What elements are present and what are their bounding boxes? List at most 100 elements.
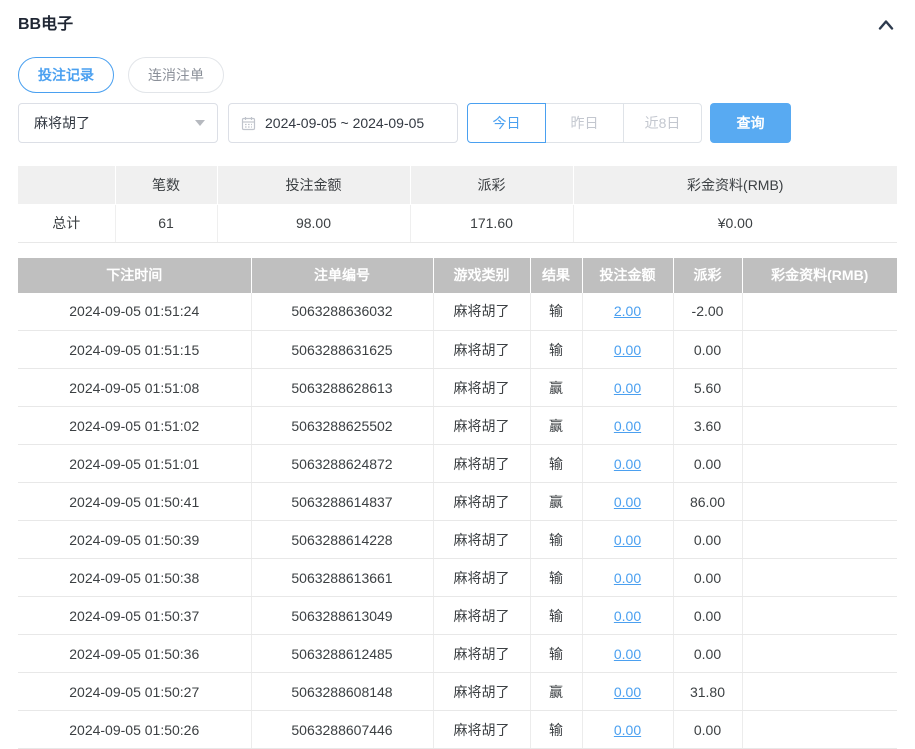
bet-time-cell: 2024-09-05 01:50:27 (18, 673, 251, 711)
payout-cell: 0.00 (673, 445, 742, 483)
calendar-icon (241, 116, 256, 131)
order-id-cell: 5063288608148 (251, 673, 433, 711)
summary-col-bet-amount: 投注金额 (217, 166, 410, 204)
col-bet-amount: 投注金额 (582, 258, 673, 293)
panel-header: BB电子 (0, 0, 915, 35)
game-type-cell: 麻将胡了 (433, 711, 530, 749)
table-row: 2024-09-05 01:51:01 5063288624872 麻将胡了 输… (18, 445, 897, 483)
order-id-cell: 5063288607446 (251, 711, 433, 749)
range-button-last-8-days[interactable]: 近8日 (623, 103, 702, 143)
bonus-cell (742, 559, 897, 597)
bet-amount-link[interactable]: 0.00 (614, 722, 641, 738)
bet-amount-link[interactable]: 0.00 (614, 380, 641, 396)
collapse-button[interactable] (875, 18, 897, 32)
bet-time-cell: 2024-09-05 01:51:02 (18, 407, 251, 445)
tab-cancelled-orders[interactable]: 连消注单 (128, 57, 224, 93)
search-button[interactable]: 查询 (710, 103, 791, 143)
bet-amount-cell: 0.00 (582, 369, 673, 407)
col-game-type: 游戏类别 (433, 258, 530, 293)
filter-bar: 麻将胡了 2024-09-05 ~ 2024-09-05 今日昨日近8日 查询 (18, 103, 897, 143)
bet-amount-link[interactable]: 0.00 (614, 494, 641, 510)
game-type-cell: 麻将胡了 (433, 445, 530, 483)
bet-time-cell: 2024-09-05 01:50:38 (18, 559, 251, 597)
bet-amount-cell: 0.00 (582, 635, 673, 673)
bet-amount-cell: 0.00 (582, 331, 673, 369)
quick-range-group: 今日昨日近8日 (467, 103, 702, 143)
bonus-cell (742, 331, 897, 369)
bet-amount-cell: 0.00 (582, 521, 673, 559)
date-range-input[interactable]: 2024-09-05 ~ 2024-09-05 (228, 103, 458, 143)
bonus-cell (742, 445, 897, 483)
payout-cell: 3.60 (673, 407, 742, 445)
order-id-cell: 5063288625502 (251, 407, 433, 445)
game-type-cell: 麻将胡了 (433, 407, 530, 445)
payout-cell: -2.00 (673, 293, 742, 331)
game-type-cell: 麻将胡了 (433, 293, 530, 331)
game-type-cell: 麻将胡了 (433, 597, 530, 635)
bonus-cell (742, 369, 897, 407)
col-payout: 派彩 (673, 258, 742, 293)
order-id-cell: 5063288612485 (251, 635, 433, 673)
col-order-id: 注单编号 (251, 258, 433, 293)
bet-amount-link[interactable]: 0.00 (614, 456, 641, 472)
table-row: 2024-09-05 01:50:37 5063288613049 麻将胡了 输… (18, 597, 897, 635)
range-button-yesterday[interactable]: 昨日 (545, 103, 624, 143)
bet-amount-link[interactable]: 2.00 (614, 303, 641, 319)
order-id-cell: 5063288636032 (251, 293, 433, 331)
bet-time-cell: 2024-09-05 01:50:36 (18, 635, 251, 673)
game-type-cell: 麻将胡了 (433, 673, 530, 711)
payout-cell: 0.00 (673, 711, 742, 749)
bet-amount-link[interactable]: 0.00 (614, 418, 641, 434)
bet-amount-cell: 0.00 (582, 445, 673, 483)
order-id-cell: 5063288631625 (251, 331, 433, 369)
bet-amount-cell: 0.00 (582, 559, 673, 597)
bet-amount-link[interactable]: 0.00 (614, 608, 641, 624)
bet-amount-link[interactable]: 0.00 (614, 342, 641, 358)
table-row: 2024-09-05 01:51:15 5063288631625 麻将胡了 输… (18, 331, 897, 369)
bet-amount-cell: 0.00 (582, 673, 673, 711)
table-row: 2024-09-05 01:50:27 5063288608148 麻将胡了 赢… (18, 673, 897, 711)
result-cell: 输 (530, 711, 582, 749)
game-type-cell: 麻将胡了 (433, 483, 530, 521)
result-cell: 输 (530, 597, 582, 635)
table-row: 2024-09-05 01:51:08 5063288628613 麻将胡了 赢… (18, 369, 897, 407)
result-cell: 赢 (530, 407, 582, 445)
bet-amount-cell: 0.00 (582, 483, 673, 521)
game-type-cell: 麻将胡了 (433, 559, 530, 597)
table-row: 2024-09-05 01:50:41 5063288614837 麻将胡了 赢… (18, 483, 897, 521)
bet-amount-link[interactable]: 0.00 (614, 684, 641, 700)
summary-total-count: 61 (115, 204, 217, 242)
col-bet-time: 下注时间 (18, 258, 251, 293)
order-id-cell: 5063288614228 (251, 521, 433, 559)
result-cell: 赢 (530, 483, 582, 521)
payout-cell: 0.00 (673, 331, 742, 369)
summary-total-label: 总计 (18, 204, 115, 242)
tab-bet-records[interactable]: 投注记录 (18, 57, 114, 93)
bet-amount-link[interactable]: 0.00 (614, 570, 641, 586)
game-type-cell: 麻将胡了 (433, 521, 530, 559)
records-table: 下注时间 注单编号 游戏类别 结果 投注金额 派彩 彩金资料(RMB) 2024… (18, 258, 897, 749)
records-tbody: 2024-09-05 01:51:24 5063288636032 麻将胡了 输… (18, 293, 897, 749)
order-id-cell: 5063288613661 (251, 559, 433, 597)
result-cell: 赢 (530, 673, 582, 711)
bonus-cell (742, 521, 897, 559)
page-title: BB电子 (18, 15, 73, 35)
result-cell: 输 (530, 521, 582, 559)
table-row: 2024-09-05 01:51:02 5063288625502 麻将胡了 赢… (18, 407, 897, 445)
bet-amount-link[interactable]: 0.00 (614, 646, 641, 662)
game-type-cell: 麻将胡了 (433, 331, 530, 369)
result-cell: 输 (530, 331, 582, 369)
payout-cell: 5.60 (673, 369, 742, 407)
result-cell: 输 (530, 445, 582, 483)
summary-col-payout: 派彩 (410, 166, 573, 204)
game-select-value: 麻将胡了 (34, 113, 195, 133)
game-select[interactable]: 麻将胡了 (18, 103, 218, 143)
bet-time-cell: 2024-09-05 01:50:39 (18, 521, 251, 559)
bonus-cell (742, 635, 897, 673)
bet-amount-link[interactable]: 0.00 (614, 532, 641, 548)
table-row: 2024-09-05 01:50:36 5063288612485 麻将胡了 输… (18, 635, 897, 673)
bonus-cell (742, 483, 897, 521)
result-cell: 赢 (530, 369, 582, 407)
summary-col-blank (18, 166, 115, 204)
range-button-today[interactable]: 今日 (467, 103, 546, 143)
